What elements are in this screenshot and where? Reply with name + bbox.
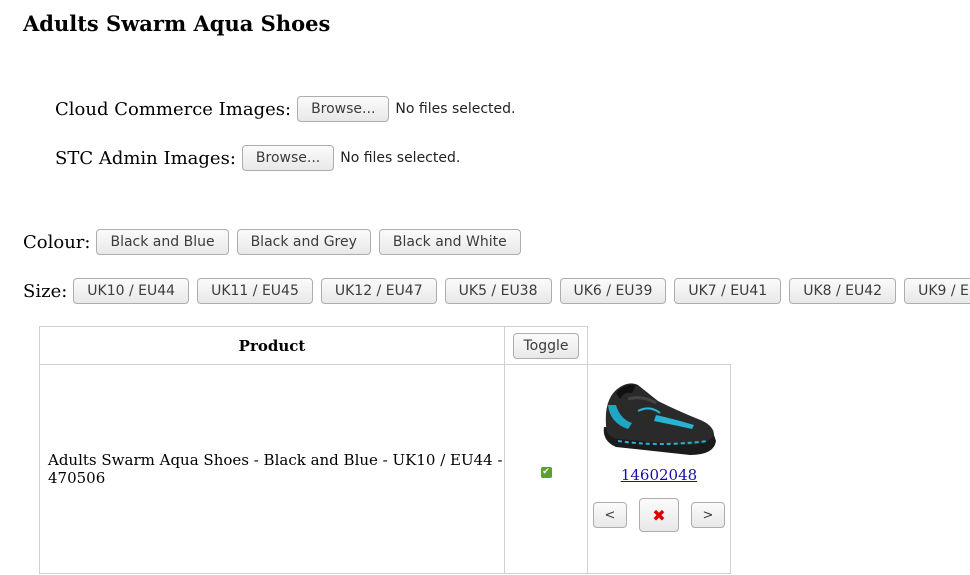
- colour-black-and-grey-button[interactable]: Black and Grey: [236, 229, 371, 255]
- size-uk12-button[interactable]: UK12 / EU47: [320, 278, 437, 304]
- image-id-link[interactable]: 14602048: [588, 466, 730, 484]
- check-icon[interactable]: ✔: [540, 467, 552, 478]
- next-image-button[interactable]: >: [691, 502, 725, 528]
- image-column-header: [588, 327, 731, 365]
- shoe-image: [588, 375, 730, 461]
- cloud-commerce-upload-row: Cloud Commerce Images: Browse... No file…: [55, 96, 516, 122]
- size-uk9-button[interactable]: UK9 / EU43: [904, 278, 970, 304]
- size-uk10-button[interactable]: UK10 / EU44: [73, 278, 190, 304]
- cloud-commerce-file-status: No files selected.: [395, 101, 516, 117]
- size-uk8-button[interactable]: UK8 / EU42: [789, 278, 897, 304]
- size-uk11-button[interactable]: UK11 / EU45: [197, 278, 313, 304]
- page-title: Adults Swarm Aqua Shoes: [23, 11, 331, 36]
- product-checkbox-cell: ✔: [504, 364, 588, 574]
- product-image-cell: 14602048 < ✖ >: [587, 364, 731, 574]
- table-header-row: Product Toggle: [39, 326, 731, 365]
- product-column-header: Product: [39, 326, 505, 365]
- stc-admin-upload-row: STC Admin Images: Browse... No files sel…: [55, 145, 460, 171]
- stc-admin-images-label: STC Admin Images:: [55, 147, 236, 169]
- close-icon: ✖: [652, 505, 666, 525]
- size-uk5-button[interactable]: UK5 / EU38: [444, 278, 552, 304]
- colour-label: Colour:: [23, 231, 91, 253]
- table-row: Adults Swarm Aqua Shoes - Black and Blue…: [39, 364, 731, 574]
- previous-image-button[interactable]: <: [593, 502, 627, 528]
- size-label: Size:: [23, 280, 68, 302]
- size-row: Size: UK10 / EU44 UK11 / EU45 UK12 / EU4…: [23, 278, 970, 304]
- colour-row: Colour: Black and Blue Black and Grey Bl…: [23, 229, 529, 255]
- product-name-cell: Adults Swarm Aqua Shoes - Black and Blue…: [39, 364, 505, 574]
- stc-admin-browse-button[interactable]: Browse...: [241, 145, 335, 171]
- product-table: Product Toggle Adults Swarm Aqua Shoes -…: [39, 326, 731, 574]
- colour-black-and-blue-button[interactable]: Black and Blue: [96, 229, 229, 255]
- colour-black-and-white-button[interactable]: Black and White: [378, 229, 521, 255]
- image-controls: < ✖ >: [588, 498, 730, 532]
- shoe-image-svg: [603, 383, 716, 455]
- size-uk6-button[interactable]: UK6 / EU39: [559, 278, 667, 304]
- remove-image-button[interactable]: ✖: [639, 498, 679, 532]
- toggle-column-header: Toggle: [504, 326, 588, 365]
- stc-admin-file-status: No files selected.: [340, 150, 461, 166]
- cloud-commerce-images-label: Cloud Commerce Images:: [55, 98, 292, 120]
- cloud-commerce-browse-button[interactable]: Browse...: [297, 96, 390, 122]
- toggle-button[interactable]: Toggle: [513, 332, 579, 359]
- size-uk7-button[interactable]: UK7 / EU41: [674, 278, 782, 304]
